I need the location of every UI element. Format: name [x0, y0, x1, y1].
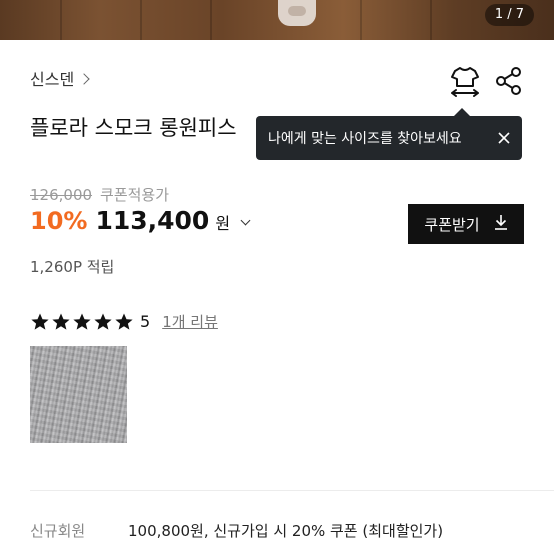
download-icon [494, 214, 508, 234]
image-counter: 1 / 7 [484, 4, 534, 26]
coupon-applied-label: 쿠폰적용가 [100, 186, 170, 204]
star-icon [72, 312, 92, 332]
chevron-down-icon[interactable] [240, 215, 251, 226]
size-tooltip: 나에게 맞는 사이즈를 찾아보세요 [256, 108, 522, 160]
product-title: 플로라 스모크 롱원피스 [30, 116, 237, 140]
star-rating [30, 312, 134, 332]
product-photo-detail [278, 0, 316, 26]
original-price-row: 126,000 쿠폰적용가 [30, 184, 169, 205]
divider [30, 490, 554, 491]
sale-price-row[interactable]: 10% 113,400 원 [30, 206, 251, 235]
coupon-download-button[interactable]: 쿠폰받기 [408, 204, 524, 244]
star-icon [30, 312, 50, 332]
chevron-right-icon [78, 72, 90, 85]
star-icon [51, 312, 71, 332]
brand-link[interactable]: 신스덴 [30, 66, 90, 90]
new-member-text: 100,800원, 신규가입 시 20% 쿠폰 (최대할인가) [128, 522, 444, 540]
new-member-benefit: 신규회원 100,800원, 신규가입 시 20% 쿠폰 (최대할인가) [30, 520, 443, 541]
discount-rate: 10% [30, 207, 88, 235]
product-image-carousel[interactable]: 1 / 7 [0, 0, 554, 40]
review-summary: 5 1개 리뷰 [30, 311, 218, 332]
star-icon [93, 312, 113, 332]
star-icon [114, 312, 134, 332]
size-guide-icon[interactable] [449, 64, 481, 98]
close-icon[interactable] [496, 130, 512, 146]
original-price: 126,000 [30, 185, 93, 204]
tooltip-text: 나에게 맞는 사이즈를 찾아보세요 [268, 131, 462, 147]
sale-price: 113,400 [95, 206, 210, 235]
new-member-label: 신규회원 [30, 522, 86, 540]
review-count-link[interactable]: 1개 리뷰 [162, 311, 218, 332]
brand-name: 신스덴 [30, 70, 75, 89]
reward-points: 1,260P 적립 [30, 258, 115, 276]
coupon-button-label: 쿠폰받기 [424, 215, 480, 234]
rating-value: 5 [140, 312, 151, 331]
currency-label: 원 [215, 214, 231, 233]
share-icon[interactable] [495, 66, 523, 96]
review-photo-thumbnail[interactable] [30, 346, 127, 443]
